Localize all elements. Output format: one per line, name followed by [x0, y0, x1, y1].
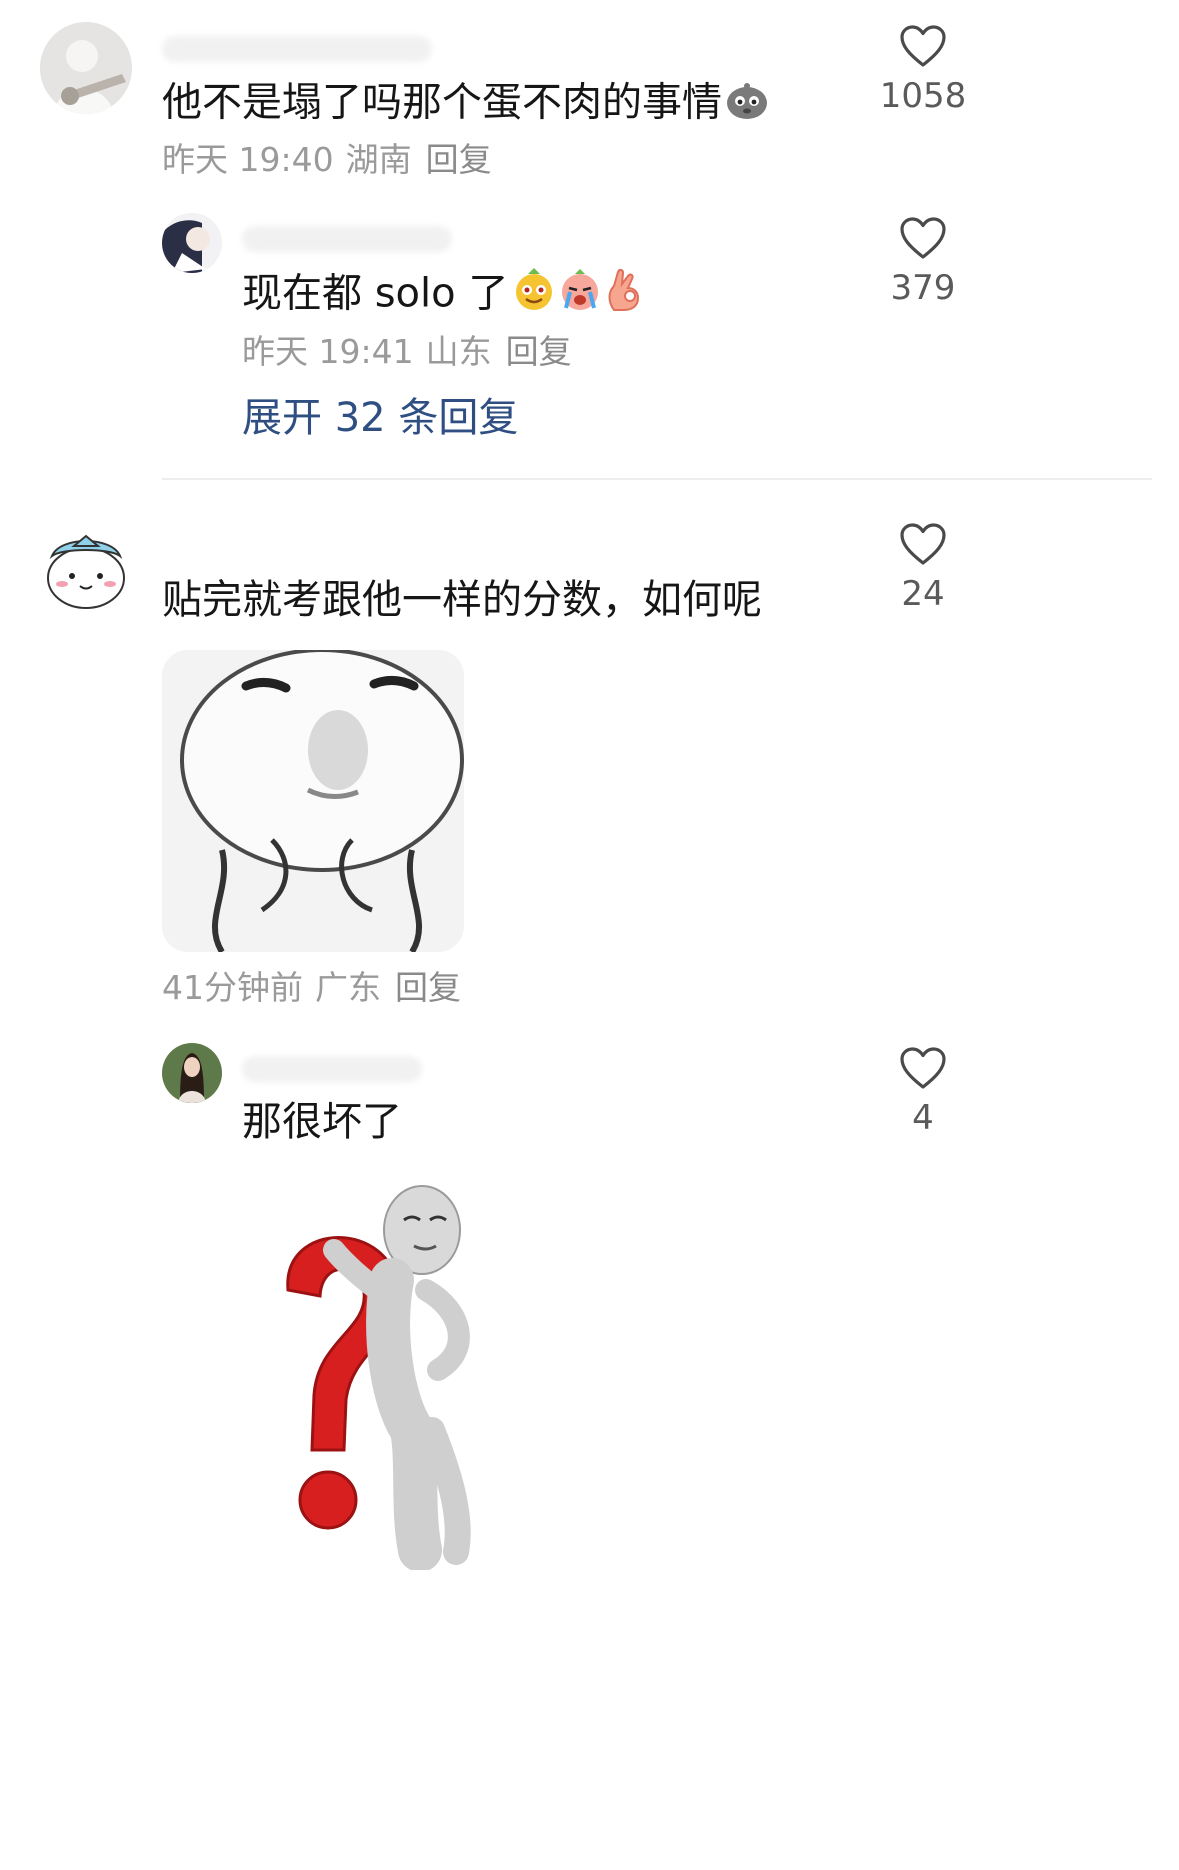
reply-1-username-blurred[interactable] — [242, 226, 452, 252]
heart-outline-icon — [900, 25, 946, 67]
crying-face-emoji — [558, 268, 602, 323]
yellow-face-emoji — [512, 268, 556, 323]
comment-1-location: 湖南 — [345, 140, 412, 179]
comment-1-reply-button[interactable]: 回复 — [426, 140, 492, 179]
reply-2-username-blurred[interactable] — [242, 1056, 422, 1082]
expand-replies-link[interactable]: 展开 32 条回复 — [242, 394, 518, 442]
comment-2-meta: 41分钟前 广东 回复 — [162, 968, 461, 1008]
comment-1-meta: 昨天 19:40 湖南 回复 — [162, 140, 492, 180]
reply-1-location: 山东 — [425, 332, 492, 371]
reply-1-like-button[interactable]: 379 — [868, 216, 978, 308]
heart-outline-icon — [900, 1047, 946, 1089]
comment-2-time: 41分钟前 — [162, 968, 303, 1007]
reply-1-like-count: 379 — [890, 268, 956, 308]
comment-2-location: 广东 — [315, 968, 381, 1007]
reply-1-avatar[interactable] — [162, 213, 222, 273]
comment-2-like-button[interactable]: 24 — [868, 522, 978, 614]
heart-outline-icon — [900, 217, 946, 259]
comment-divider — [162, 478, 1152, 480]
comment-2-text: 贴完就考跟他一样的分数，如何呢 — [162, 577, 762, 623]
reply-2-text: 那很坏了 — [242, 1099, 402, 1145]
comment-1-like-button[interactable]: 1058 — [868, 24, 978, 116]
reply-1-text: 现在都 solo 了 — [242, 268, 644, 323]
heart-outline-icon — [900, 523, 946, 565]
comment-2-reply-button[interactable]: 回复 — [395, 968, 461, 1007]
reply-2-question-meme-image[interactable] — [242, 1180, 544, 1570]
reply-1-reply-button[interactable]: 回复 — [506, 332, 572, 371]
comment-2-avatar[interactable] — [40, 520, 132, 612]
comment-2-like-count: 24 — [901, 574, 945, 614]
comment-1-avatar[interactable] — [40, 22, 132, 114]
comment-1-like-count: 1058 — [879, 76, 967, 116]
reply-2-like-count: 4 — [912, 1098, 934, 1138]
comment-1-text: 他不是塌了吗那个蛋不肉的事情 — [162, 76, 770, 133]
reply-1-meta: 昨天 19:41 山东 回复 — [242, 332, 572, 372]
comment-1-time: 昨天 19:40 — [162, 140, 334, 179]
reply-2-like-button[interactable]: 4 — [868, 1046, 978, 1138]
reply-1-time: 昨天 19:41 — [242, 332, 414, 371]
ok-hand-emoji — [604, 268, 644, 323]
reply-2-avatar[interactable] — [162, 1043, 222, 1103]
comment-2-meme-image[interactable] — [162, 650, 464, 952]
comment-1-username-blurred[interactable] — [162, 36, 432, 62]
frog-face-emoji — [724, 76, 770, 133]
